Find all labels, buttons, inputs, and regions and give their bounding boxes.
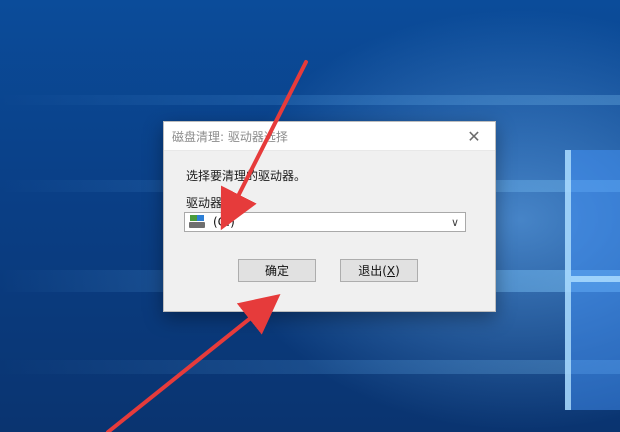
drive-label: 驱动器(D): [186,194,245,211]
windows-logo-pane [571,150,620,282]
disk-cleanup-drive-selection-dialog: 磁盘清理: 驱动器选择 ✕ 选择要清理的驱动器。 驱动器(D): (C:) ∨ … [163,121,496,312]
windows-logo-icon [565,150,620,410]
instruction-text: 选择要清理的驱动器。 [186,169,307,183]
light-beam [0,360,620,374]
drive-label-suffix: (D): [222,196,245,210]
drive-label-text: 驱动器 [186,196,223,210]
drive-select[interactable]: (C:) ∨ [184,212,466,232]
exit-button-suffix: ) [395,263,400,278]
ok-button[interactable]: 确定 [238,259,316,282]
exit-button[interactable]: 退出(X) [340,259,418,282]
exit-button-mnemonic: X [386,263,396,278]
chevron-down-icon[interactable]: ∨ [451,216,459,229]
windows-logo-pane [571,282,620,410]
selected-drive-value: (C:) [213,215,235,229]
exit-button-prefix: 退出( [358,264,387,278]
ok-button-label: 确定 [264,264,289,278]
light-beam [0,95,620,105]
drive-icon [189,215,205,229]
dialog-titlebar[interactable]: 磁盘清理: 驱动器选择 ✕ [164,122,495,151]
close-icon[interactable]: ✕ [463,125,485,147]
dialog-title: 磁盘清理: 驱动器选择 [172,129,288,144]
